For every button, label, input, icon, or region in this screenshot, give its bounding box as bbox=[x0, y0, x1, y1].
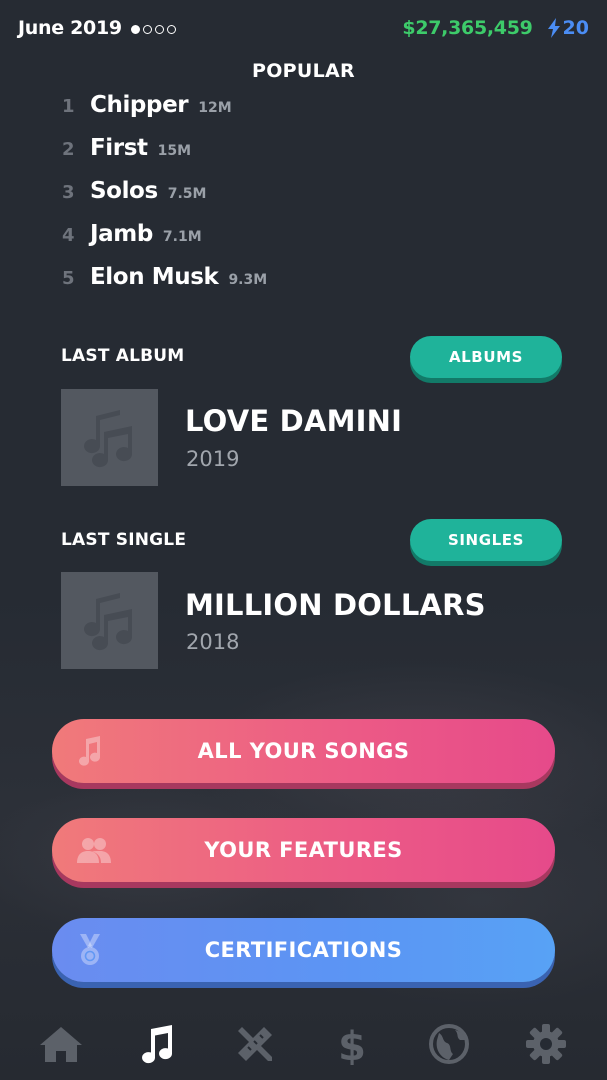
nav-world[interactable] bbox=[425, 1022, 473, 1066]
week-progress-dots bbox=[130, 24, 176, 34]
users-icon bbox=[76, 836, 112, 864]
popular-name: Chipper bbox=[90, 92, 189, 118]
album-year: 2019 bbox=[186, 447, 240, 471]
week-dot bbox=[166, 24, 176, 34]
popular-heading: POPULAR bbox=[252, 60, 355, 82]
popular-rank: 5 bbox=[62, 268, 75, 289]
popular-rank: 1 bbox=[62, 96, 75, 117]
last-single-label: LAST SINGLE bbox=[61, 530, 187, 550]
popular-item[interactable]: 2 First 15M bbox=[62, 135, 422, 178]
popular-rank: 4 bbox=[62, 225, 75, 246]
popular-item[interactable]: 1 Chipper 12M bbox=[62, 92, 422, 135]
globe-icon bbox=[429, 1024, 469, 1064]
medal-icon bbox=[76, 934, 104, 966]
nav-music[interactable] bbox=[133, 1022, 181, 1066]
week-dot bbox=[154, 24, 164, 34]
nav-create[interactable] bbox=[231, 1022, 279, 1066]
money-balance: $27,365,459 bbox=[402, 17, 533, 39]
singles-button[interactable]: SINGLES bbox=[410, 519, 562, 561]
nav-home[interactable] bbox=[37, 1022, 85, 1066]
svg-text:$: $ bbox=[338, 1024, 366, 1065]
popular-item[interactable]: 3 Solos 7.5M bbox=[62, 178, 422, 221]
energy-counter: 20 bbox=[547, 17, 589, 39]
gear-icon bbox=[526, 1024, 566, 1064]
popular-name: Elon Musk bbox=[90, 264, 219, 290]
popular-rank: 3 bbox=[62, 182, 75, 203]
certifications-label: CERTIFICATIONS bbox=[204, 938, 403, 962]
nav-settings[interactable] bbox=[522, 1022, 570, 1066]
albums-button[interactable]: ALBUMS bbox=[410, 336, 562, 378]
music-note-icon bbox=[76, 736, 104, 766]
status-bar: June 2019 $27,365,459 20 bbox=[18, 14, 589, 42]
week-dot bbox=[142, 24, 152, 34]
album-cover[interactable] bbox=[61, 389, 158, 486]
popular-count: 9.3M bbox=[228, 272, 268, 288]
music-notes-icon bbox=[83, 409, 132, 467]
popular-rank: 2 bbox=[62, 139, 75, 160]
single-cover[interactable] bbox=[61, 572, 158, 669]
week-dot bbox=[130, 24, 140, 34]
home-icon bbox=[40, 1027, 82, 1062]
lightning-icon bbox=[547, 18, 560, 38]
last-album-label: LAST ALBUM bbox=[61, 346, 185, 366]
popular-name: First bbox=[90, 135, 148, 161]
all-songs-button[interactable]: ALL YOUR SONGS bbox=[52, 719, 555, 783]
bottom-nav: $ bbox=[0, 1016, 607, 1072]
popular-count: 15M bbox=[157, 143, 192, 159]
current-date: June 2019 bbox=[18, 17, 122, 39]
all-songs-label: ALL YOUR SONGS bbox=[197, 739, 410, 763]
popular-count: 12M bbox=[198, 100, 232, 116]
energy-value: 20 bbox=[562, 17, 589, 39]
popular-count: 7.1M bbox=[162, 229, 202, 245]
album-title: LOVE DAMINI bbox=[185, 404, 403, 438]
popular-name: Jamb bbox=[90, 221, 153, 247]
single-year: 2018 bbox=[186, 630, 240, 654]
certifications-button[interactable]: CERTIFICATIONS bbox=[52, 918, 555, 982]
popular-item[interactable]: 5 Elon Musk 9.3M bbox=[62, 264, 422, 307]
popular-list: 1 Chipper 12M 2 First 15M 3 Solos 7.5M 4… bbox=[62, 92, 422, 307]
your-features-label: YOUR FEATURES bbox=[204, 838, 403, 862]
popular-name: Solos bbox=[90, 178, 158, 204]
music-notes-icon bbox=[83, 592, 132, 650]
pencil-ruler-icon bbox=[238, 1027, 272, 1061]
popular-item[interactable]: 4 Jamb 7.1M bbox=[62, 221, 422, 264]
popular-count: 7.5M bbox=[167, 186, 207, 202]
music-note-icon bbox=[142, 1025, 173, 1064]
nav-money[interactable]: $ bbox=[328, 1022, 376, 1066]
single-title: MILLION DOLLARS bbox=[185, 588, 486, 622]
dollar-icon: $ bbox=[338, 1024, 366, 1065]
your-features-button[interactable]: YOUR FEATURES bbox=[52, 818, 555, 882]
